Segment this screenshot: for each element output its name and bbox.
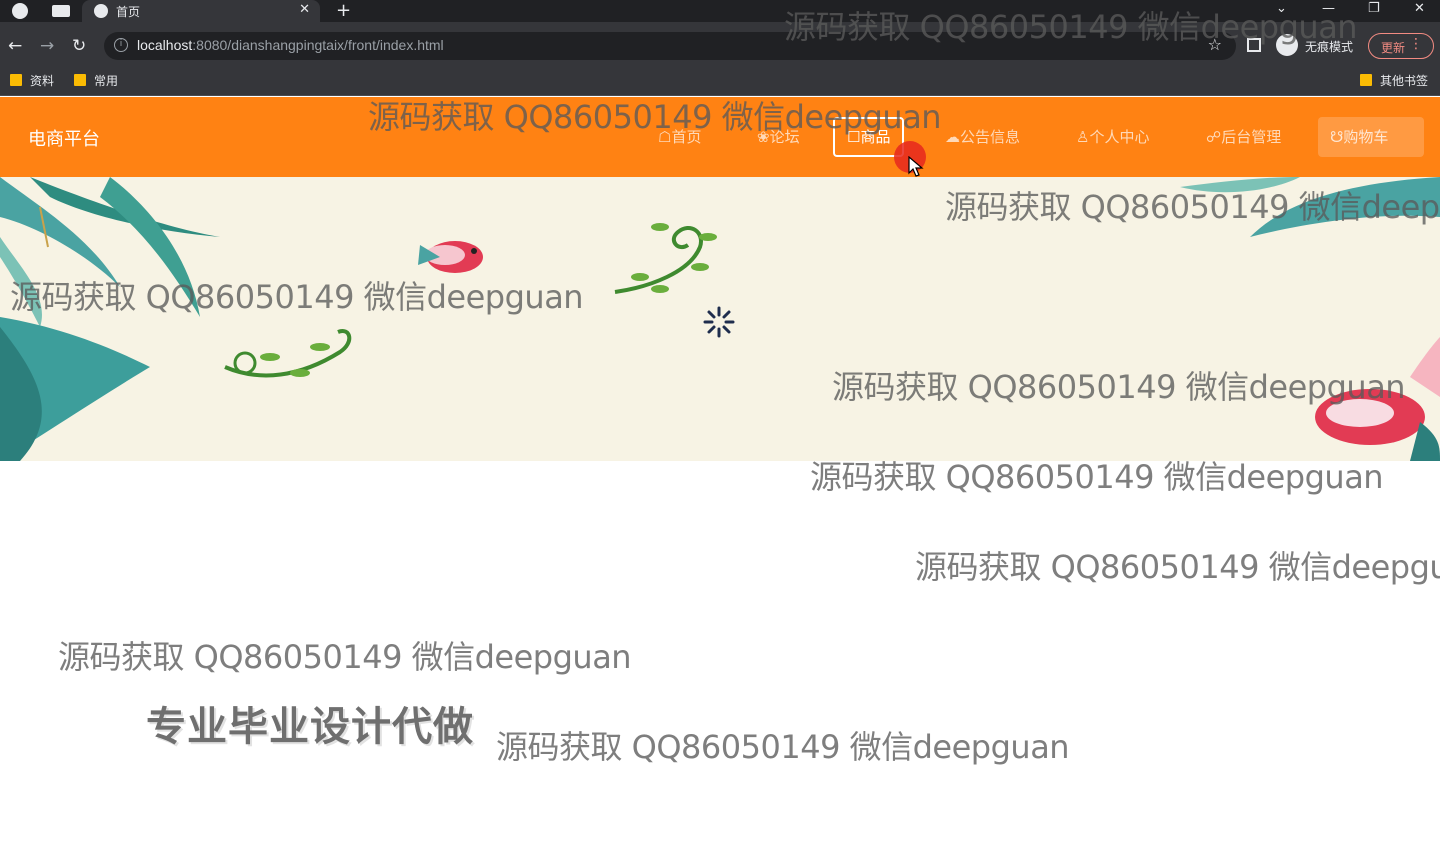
folder-icon (10, 74, 22, 86)
url-text[interactable]: localhost:8080/dianshangpingtaix/front/i… (137, 37, 444, 53)
folder-icon (1360, 74, 1372, 86)
promo-text: 专业毕业设计代做 (146, 704, 474, 750)
tab-close-icon[interactable]: ✕ (299, 2, 310, 17)
more-icon[interactable]: ⋮ (1409, 36, 1423, 52)
url-host: localhost (137, 37, 193, 53)
bookmark-folder-ziliao[interactable]: 资料 (10, 72, 54, 89)
watermark-text: 源码获取 QQ86050149 微信deepguan (58, 638, 632, 676)
site-brand[interactable]: 电商平台 (28, 125, 100, 151)
watermark-text: 源码获取 QQ86050149 微信deepguan (810, 458, 1384, 496)
forward-icon[interactable]: → (40, 34, 54, 58)
other-bookmarks[interactable]: 其他书签 (1360, 72, 1428, 89)
bookmark-label: 常用 (94, 74, 119, 88)
update-label: 更新 (1381, 41, 1406, 55)
watermark-text: 源码获取 QQ86050149 微信deepguan (10, 278, 584, 316)
restore-icon[interactable]: ❐ (1368, 0, 1380, 18)
watermark-text: 源码获取 QQ86050149 微信deepguar (915, 548, 1440, 586)
tab-group-icon[interactable] (52, 5, 70, 17)
folder-icon (74, 74, 86, 86)
nav-user-center[interactable]: ♙个人中心 (1064, 117, 1161, 157)
mouse-cursor-icon (908, 156, 924, 177)
other-bookmarks-label: 其他书签 (1380, 74, 1429, 88)
loading-spinner-icon (703, 306, 735, 338)
url-path: :8080/dianshangpingtaix/front/index.html (192, 37, 444, 53)
watermark-text: 源码获取 QQ86050149 微信deepgu (945, 188, 1440, 226)
nav-admin[interactable]: ☍后台管理 (1194, 117, 1293, 157)
close-window-icon[interactable]: ✕ (1414, 0, 1425, 18)
bookmark-label: 资料 (30, 74, 55, 88)
watermark-text: 源码获取 QQ86050149 微信deepguan (496, 728, 1070, 766)
watermark-text: 源码获取 QQ86050149 微信deepguan (368, 98, 942, 136)
tab-favicon-icon (94, 4, 108, 18)
nav-announcements[interactable]: ☁公告信息 (933, 117, 1032, 157)
browser-tab[interactable]: 首页 ✕ (82, 0, 320, 22)
new-tab-button[interactable]: + (336, 0, 351, 22)
update-button[interactable]: 更新 ⋮ (1368, 33, 1434, 59)
tab-title: 首页 (116, 5, 141, 19)
watermark-text: 源码获取 QQ86050149 微信deepguan (832, 368, 1406, 406)
back-icon[interactable]: ← (8, 34, 22, 58)
bookmark-folder-changyong[interactable]: 常用 (74, 72, 118, 89)
watermark-text: 源码获取 QQ86050149 微信deepguan (784, 8, 1358, 46)
info-icon[interactable]: i (114, 38, 128, 52)
reload-icon[interactable]: ↻ (72, 34, 86, 58)
browser-globe-icon[interactable] (12, 3, 28, 19)
nav-cart[interactable]: ☋购物车 (1318, 117, 1424, 157)
